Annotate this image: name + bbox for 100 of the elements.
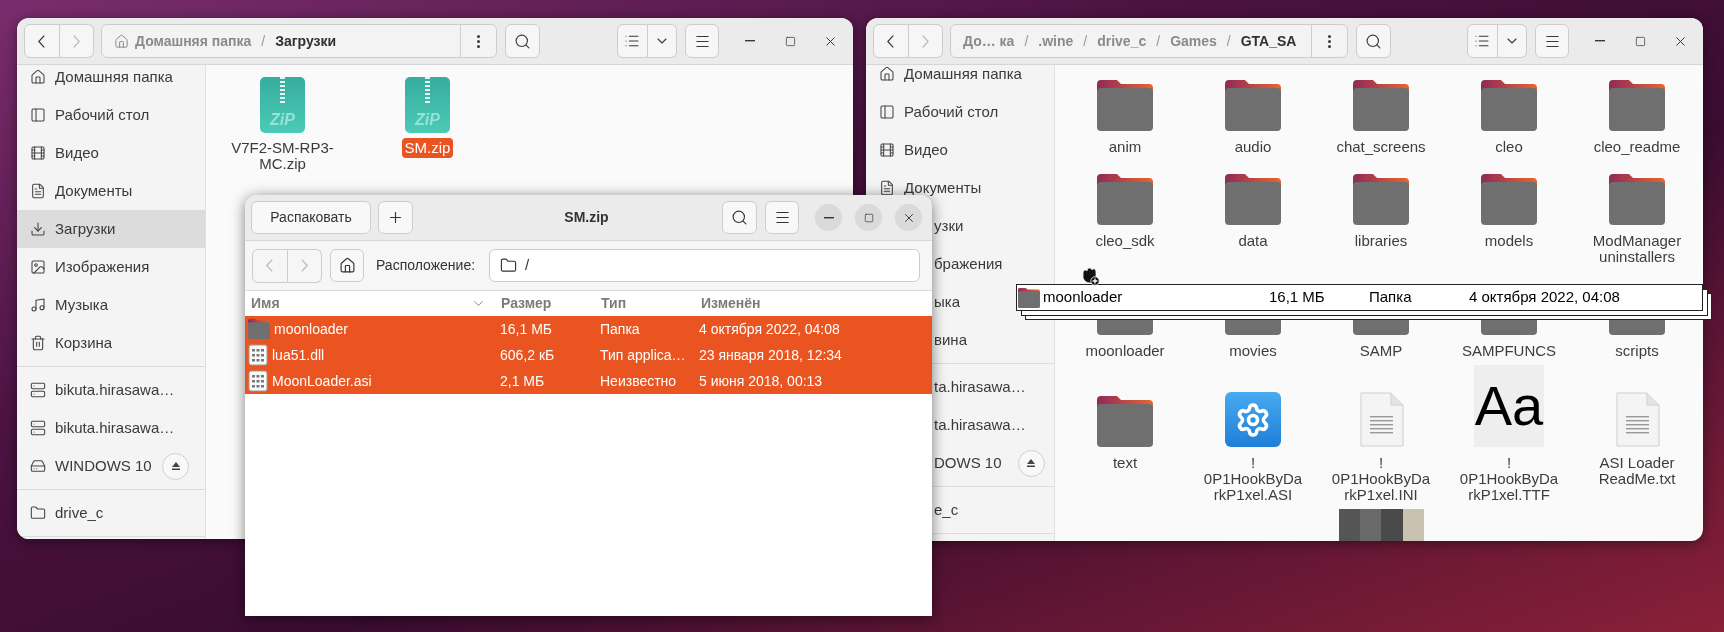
file-name[interactable]: SAMP <box>1359 343 1403 359</box>
path-crumb[interactable]: GTA_SA <box>1240 30 1297 52</box>
minimize-button[interactable] <box>815 204 842 231</box>
sidebar-item[interactable]: bikuta.hirasawa… <box>17 409 205 447</box>
chevron-right-icon <box>921 34 929 48</box>
file-name[interactable]: ! 0P1HookByDa rkP1xel.TTF <box>1459 455 1559 503</box>
sidebar-item[interactable]: drive_c <box>17 494 205 532</box>
sidebar-item[interactable]: Видео <box>866 131 1054 169</box>
column-header[interactable]: Размер <box>490 291 596 316</box>
path-separator: / <box>1226 31 1231 51</box>
file-name[interactable]: scripts <box>1615 343 1659 359</box>
menu-button[interactable] <box>685 24 719 58</box>
home-icon <box>30 69 46 85</box>
sidebar-item[interactable]: Изображения <box>17 248 205 286</box>
column-header[interactable]: Тип <box>596 291 694 316</box>
sidebar-item[interactable]: ta.hirasawa… <box>932 406 1030 444</box>
sidebar-item[interactable]: вина <box>932 321 971 359</box>
path-bar[interactable]: Домашняя папка / Загрузки <box>101 24 497 58</box>
view-options-button[interactable] <box>1497 24 1527 58</box>
file-row[interactable]: lua51.dll 606,2 кБ Тип applica… 23 января 2018, 12:34 <box>245 342 932 368</box>
file-type: Папка <box>1369 287 1413 308</box>
plus-icon <box>387 209 404 226</box>
sidebar-item[interactable]: Корзина <box>17 324 205 362</box>
sidebar-item[interactable]: bikuta.hirasawa… <box>17 371 205 409</box>
binary-file-icon <box>248 344 268 366</box>
path-bar[interactable]: До… ка / .wine / drive_c / Games / GTA_SA <box>950 24 1348 58</box>
eject-button[interactable] <box>162 452 189 480</box>
sidebar-item[interactable]: ыка <box>932 283 964 321</box>
file-name[interactable]: data <box>1238 233 1268 249</box>
sidebar-item[interactable]: Рабочий стол <box>866 93 1054 131</box>
file-row[interactable]: MoonLoader.asi 2,1 МБ Неизвестно 5 июня 2018, 00:13 <box>245 368 932 394</box>
column-header[interactable]: Изменён <box>694 291 932 316</box>
view-options-button[interactable] <box>647 24 677 58</box>
path-separator: / <box>1156 31 1161 51</box>
chevron-left-icon <box>887 34 895 48</box>
file-size: 606,2 кБ <box>499 345 556 365</box>
file-name[interactable]: ! 0P1HookByDa rkP1xel.ASI <box>1203 455 1303 503</box>
file-name[interactable]: anim <box>1108 139 1142 155</box>
chevron-left-icon <box>266 259 274 272</box>
file-name[interactable]: cleo_sdk <box>1095 233 1155 249</box>
file-name[interactable]: cleo_readme <box>1593 139 1681 155</box>
sidebar-item[interactable]: Рабочий стол <box>17 96 205 134</box>
menu-button[interactable] <box>1535 24 1569 58</box>
path-separator: / <box>1083 31 1088 51</box>
location-field[interactable]: / <box>489 249 920 282</box>
file-name[interactable]: movies <box>1229 343 1277 359</box>
sidebar-item[interactable]: e_c <box>932 491 963 529</box>
add-button[interactable] <box>378 201 413 234</box>
file-name[interactable]: moonloader <box>1085 343 1165 359</box>
file-name[interactable]: audio <box>1234 139 1272 155</box>
sidebar-item[interactable]: Музыка <box>17 286 205 324</box>
sidebar-item[interactable]: Домашняя папка <box>866 65 1054 93</box>
sidebar-item[interactable]: Загрузки <box>17 210 205 248</box>
folder-icon <box>1097 174 1153 225</box>
file-name[interactable]: ! 0P1HookByDa rkP1xel.INI <box>1331 455 1431 503</box>
minimize-icon <box>823 216 834 219</box>
extract-button[interactable]: Распаковать <box>251 201 371 234</box>
file-name[interactable]: ASI Loader ReadMe.txt <box>1598 455 1676 487</box>
file-name[interactable]: models <box>1484 233 1534 249</box>
search-button[interactable] <box>505 24 540 58</box>
sidebar-item[interactable]: ta.hirasawa… <box>932 368 1030 406</box>
file-name[interactable]: libraries <box>1354 233 1408 249</box>
file-name[interactable]: chat_screens <box>1336 139 1426 155</box>
file-name[interactable]: ModManager uninstallers <box>1592 233 1682 265</box>
maximize-button[interactable] <box>855 204 882 231</box>
sidebar-item[interactable]: Документы <box>866 169 1054 207</box>
list-view-button[interactable] <box>1467 24 1498 58</box>
file-name[interactable]: text <box>1112 455 1138 471</box>
zip-label: ZiP <box>415 112 440 128</box>
menu-icon <box>773 209 791 226</box>
sidebar-item[interactable]: DOWS 10 <box>932 444 1054 482</box>
sidebar-item[interactable]: Документы <box>17 172 205 210</box>
search-button[interactable] <box>722 201 757 234</box>
menu-button[interactable] <box>765 201 799 234</box>
file-type: Неизвестно <box>599 371 678 391</box>
file-name[interactable]: V7F2-SM-RP3- MC.zip <box>228 138 337 174</box>
modified-date: 23 января 2018, 12:34 <box>698 345 843 365</box>
list-view-button[interactable] <box>617 24 648 58</box>
sidebar-item[interactable]: Домашняя папка <box>17 65 205 96</box>
sidebar-item[interactable]: бражения <box>932 245 1007 283</box>
sidebar-item[interactable]: узки <box>932 207 968 245</box>
back-button[interactable] <box>24 24 60 58</box>
file-name[interactable]: SAMPFUNCS <box>1461 343 1557 359</box>
back-button[interactable] <box>873 24 909 58</box>
path-crumb[interactable]: Загрузки <box>275 30 337 52</box>
file-name[interactable]: SM.zip <box>401 138 454 158</box>
file-size: 2,1 МБ <box>499 371 546 391</box>
close-button[interactable] <box>895 204 922 231</box>
sidebar-item[interactable]: WINDOWS 10 <box>17 447 205 485</box>
file-name[interactable]: cleo <box>1495 139 1523 155</box>
folder-icon <box>1353 174 1409 225</box>
path-separator: / <box>1024 31 1029 51</box>
folder-icon <box>1225 80 1281 131</box>
sidebar-item[interactable]: Видео <box>17 134 205 172</box>
search-button[interactable] <box>1356 24 1391 58</box>
column-header[interactable]: Имя <box>245 291 490 316</box>
eject-button[interactable] <box>1017 449 1045 477</box>
file-row[interactable]: moonloader 16,1 МБ Папка 4 октября 2022, 04:08 <box>245 316 932 342</box>
home-button[interactable] <box>330 249 364 282</box>
more-vertical-icon <box>1328 34 1331 48</box>
